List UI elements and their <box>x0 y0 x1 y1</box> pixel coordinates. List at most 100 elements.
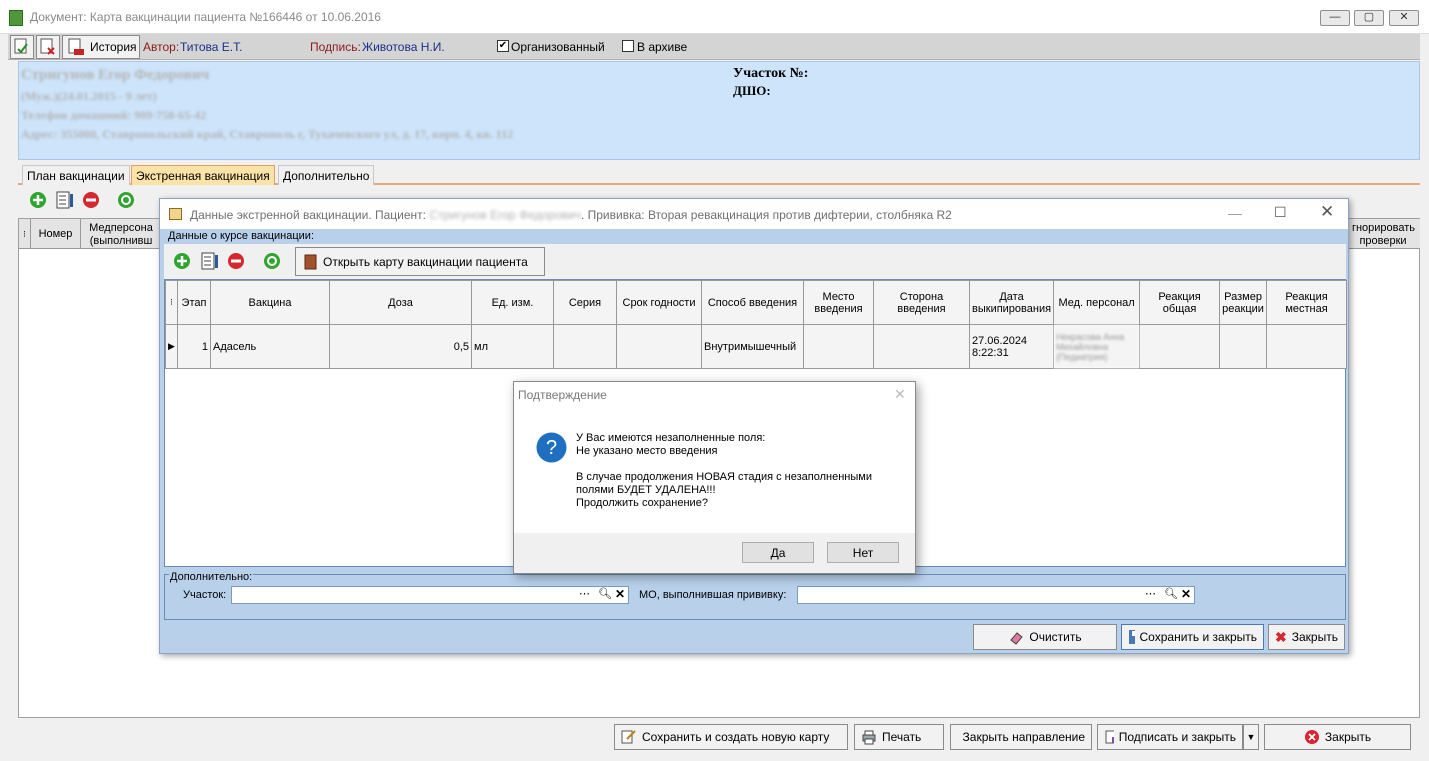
save-close-button[interactable]: Сохранить и закрыть <box>1121 624 1264 650</box>
delete-stage-icon[interactable] <box>227 252 245 273</box>
col-staff-line2: (выполнивш <box>89 235 153 247</box>
cell-unit[interactable]: мл <box>471 324 554 369</box>
cell-stage[interactable]: 1 <box>177 324 211 369</box>
time-value: 8:22:31 <box>972 346 1009 359</box>
child-maximize-button[interactable]: ☐ <box>1274 204 1287 221</box>
col-reaction-general[interactable]: Реакция общая <box>1139 280 1221 325</box>
col-reaction-size[interactable]: Размер реакции <box>1219 280 1268 325</box>
col-vaccine[interactable]: Вакцина <box>210 280 330 325</box>
sign-close-button[interactable]: Подписать и закрыть <box>1097 724 1243 750</box>
col-series[interactable]: Серия <box>553 280 617 325</box>
add-stage-icon[interactable] <box>173 252 191 273</box>
yes-button[interactable]: Да <box>742 542 814 563</box>
print-button[interactable]: Печать <box>854 724 944 750</box>
bottom-bar: Сохранить и создать новую карту Печать З… <box>0 718 1429 761</box>
cell-place[interactable] <box>803 324 874 369</box>
cell-staff[interactable]: Некрасова Анна Михайловна (Педиатрия) <box>1053 324 1141 369</box>
clear-x-icon[interactable]: ✕ <box>1181 587 1191 601</box>
close-circle-icon <box>1304 730 1319 744</box>
tab-additional[interactable]: Дополнительно <box>278 165 375 185</box>
child-close-button[interactable]: ✕ <box>1320 202 1334 222</box>
main-close-button[interactable]: Закрыть <box>1264 724 1411 750</box>
message-line: Не указано место введения <box>576 445 718 457</box>
open-card-button[interactable]: Открыть карту вакцинации пациента <box>295 247 545 276</box>
mo-input[interactable]: ⋯ 🔍︎ ✕ <box>797 586 1195 604</box>
col-date[interactable]: Дата выкипирования <box>968 280 1055 325</box>
unsign-icon[interactable] <box>36 35 60 59</box>
col-method[interactable]: Способ введения <box>701 280 804 325</box>
no-button[interactable]: Нет <box>827 542 899 563</box>
col-staff-line1[interactable]: Медперсона <box>81 222 161 234</box>
author-value: Титова Е.Т. <box>180 40 243 54</box>
extra-group-label: Дополнительно: <box>169 571 254 583</box>
search-icon[interactable]: 🔍︎ <box>1164 587 1178 600</box>
refresh-icon[interactable] <box>117 191 135 212</box>
cell-reaction-size[interactable] <box>1219 324 1268 369</box>
cell-dose[interactable]: 0,5 <box>329 324 472 369</box>
sign-check-icon[interactable] <box>10 35 34 59</box>
refresh-stage-icon[interactable] <box>263 252 281 273</box>
cell-vaccine[interactable]: Адасель <box>210 324 330 369</box>
document-icon <box>9 10 23 26</box>
cell-reaction-local[interactable] <box>1266 324 1347 369</box>
delete-icon[interactable] <box>82 191 100 212</box>
save-new-card-button[interactable]: Сохранить и создать новую карту <box>614 724 848 750</box>
clipboard-icon <box>957 729 958 745</box>
child-minimize-button[interactable]: — <box>1228 205 1242 221</box>
close-referral-button[interactable]: Закрыть направление <box>950 724 1092 750</box>
col-reaction-local[interactable]: Реакция местная <box>1266 280 1347 325</box>
tab-emergency-vaccination[interactable]: Экстренная вакцинация <box>131 165 275 185</box>
cell-expiry[interactable] <box>616 324 702 369</box>
dshu-label: ДШО: <box>733 83 771 98</box>
search-icon[interactable]: 🔍︎ <box>598 587 612 600</box>
district-input[interactable]: ⋯ 🔍︎ ✕ <box>231 586 629 604</box>
ellipsis-icon[interactable]: ⋯ <box>579 587 590 600</box>
ellipsis-icon[interactable]: ⋯ <box>1145 587 1156 600</box>
cell-date[interactable]: 27.06.2024 8:22:31 <box>968 324 1055 369</box>
col-side[interactable]: Сторона введения <box>873 280 970 325</box>
close-window-button[interactable]: ✕ <box>1389 10 1419 26</box>
tab-vaccination-plan[interactable]: План вакцинации <box>22 165 130 185</box>
history-button[interactable]: История <box>62 35 140 59</box>
patient-phone: Телефон домашний: 909-758-65-42 <box>21 108 207 122</box>
sign-close-dropdown[interactable]: ▼ <box>1243 724 1259 750</box>
dialog-title: Подтверждение <box>518 388 607 402</box>
cell-method[interactable]: Внутримышечный <box>701 324 804 369</box>
row-selector-icon: ⁝ <box>165 280 178 325</box>
col-ignore-line2: проверки <box>1359 235 1407 247</box>
edit-icon[interactable] <box>55 191 75 212</box>
table-row[interactable]: ▶ 1 Адасель 0,5 мл Внутримышечный 27.06.… <box>165 324 1347 369</box>
col-place[interactable]: Место введения <box>803 280 874 325</box>
question-icon: ? <box>536 432 567 466</box>
col-unit[interactable]: Ед. изм. <box>471 280 554 325</box>
cell-series[interactable] <box>553 324 617 369</box>
eraser-icon <box>1010 632 1024 645</box>
col-stage[interactable]: Этап <box>177 280 211 325</box>
district-number-label: Участок №: <box>733 66 809 81</box>
child-close-button-bottom[interactable]: ✖ Закрыть <box>1268 624 1345 650</box>
col-staff[interactable]: Мед. персонал <box>1053 280 1141 325</box>
stage-header-row: ⁝ Этап Вакцина Доза Ед. изм. Серия Срок … <box>165 280 1347 325</box>
maximize-button[interactable]: ▢ <box>1354 10 1384 26</box>
child-title: Данные экстренной вакцинации. Пациент: С… <box>190 208 952 222</box>
history-label: История <box>90 40 137 54</box>
cell-reaction-general[interactable] <box>1139 324 1221 369</box>
col-ignore-line1[interactable]: гнорировать <box>1347 222 1419 234</box>
col-expiry[interactable]: Срок годности <box>616 280 702 325</box>
minimize-button[interactable]: — <box>1320 10 1350 26</box>
col-dose[interactable]: Доза <box>329 280 472 325</box>
clear-x-icon[interactable]: ✕ <box>615 587 625 601</box>
col-number[interactable]: Номер <box>31 219 81 249</box>
cell-side[interactable] <box>873 324 970 369</box>
svg-text:?: ? <box>546 437 557 459</box>
clear-button[interactable]: Очистить <box>973 624 1117 650</box>
archive-checkbox[interactable] <box>622 40 634 52</box>
patient-sex-age: (Муж.)(24.01.2015 - 9 лет) <box>21 89 157 103</box>
organized-checkbox[interactable]: ✔ <box>497 40 509 52</box>
edit-stage-icon[interactable] <box>200 252 220 273</box>
window-title: Документ: Карта вакцинации пациента №166… <box>30 10 381 24</box>
dialog-close-button[interactable]: ✕ <box>894 386 906 403</box>
add-icon[interactable] <box>29 191 47 212</box>
history-icon <box>68 38 84 55</box>
message-line: Продолжить сохранение? <box>576 497 708 509</box>
